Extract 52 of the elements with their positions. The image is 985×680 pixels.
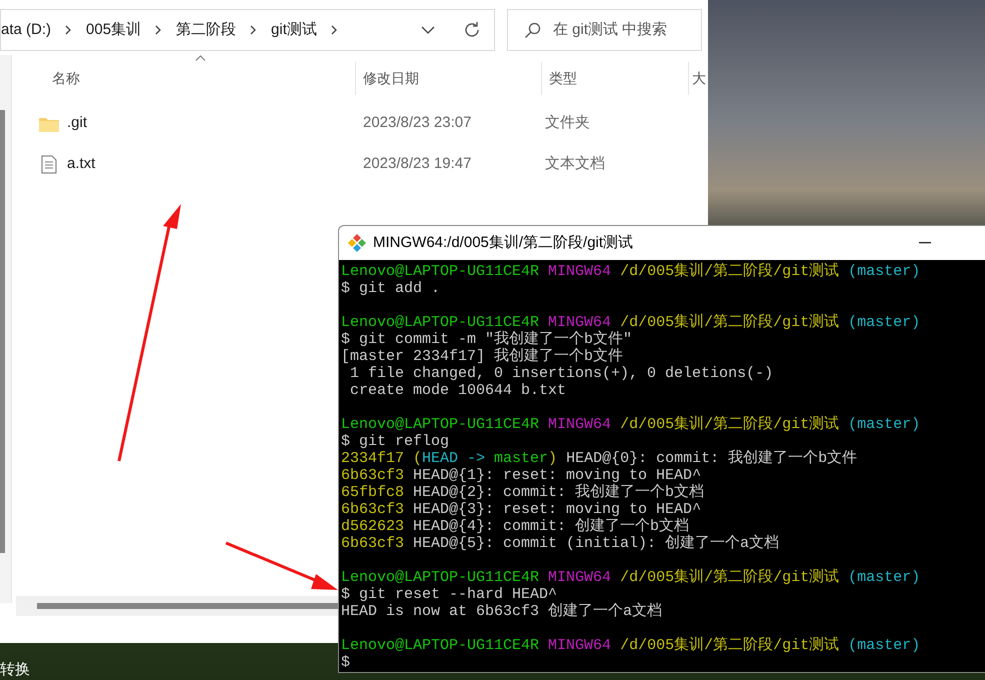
terminal-line: 6b63cf3 HEAD@{1}: reset: moving to HEAD^ — [341, 467, 702, 484]
breadcrumb-item[interactable]: 第二阶段 — [176, 18, 236, 42]
terminal-line: Lenovo@LAPTOP-UG11CE4R MINGW64 /d/005集训/第二阶段/git测试 (master) — [341, 637, 920, 654]
address-bar[interactable]: ata (D:) 005集训 第二阶段 git测试 — [0, 9, 495, 51]
terminal-line: 1 file changed, 0 insertions(+), 0 deletions(-) — [349, 365, 774, 382]
terminal-line: $ git reflog — [341, 433, 450, 450]
file-type: 文本文档 — [544, 154, 605, 174]
modified-date: 2023/8/23 19:47 — [362, 154, 472, 174]
chevron-right-icon — [155, 25, 162, 35]
breadcrumb-item[interactable]: git测试 — [271, 18, 317, 42]
document-icon — [41, 155, 57, 174]
terminal-line: [master 2334f17] 我创建了一个b文件 — [341, 348, 624, 365]
terminal-line: 2334f17 (HEAD -> master) HEAD@{0}: commit: 我创建了一个b文件 — [341, 450, 858, 467]
terminal-line: Lenovo@LAPTOP-UG11CE4R MINGW64 /d/005集训/第二阶段/git测试 (master) — [341, 569, 920, 586]
terminal-line: 6b63cf3 HEAD@{3}: reset: moving to HEAD^ — [341, 501, 702, 518]
search-icon — [524, 22, 541, 38]
breadcrumb-item[interactable]: 005集训 — [86, 18, 142, 42]
terminal-line: $ git reset --hard HEAD^ — [341, 586, 558, 603]
terminal-line: 6b63cf3 HEAD@{5}: commit (initial): 创建了一个a文档 — [341, 535, 780, 552]
breadcrumb-item[interactable]: ata (D:) — [1, 18, 52, 42]
terminal-line: Lenovo@LAPTOP-UG11CE4R MINGW64 /d/005集训/第二阶段/git测试 (master) — [341, 416, 920, 433]
column-header[interactable]: 修改日期 — [355, 62, 541, 95]
folder-icon — [39, 116, 59, 132]
sort-up-icon[interactable] — [195, 55, 206, 61]
window-title: MINGW64:/d/005集训/第二阶段/git测试 — [373, 232, 634, 253]
desktop-icon-label[interactable]: 转换 — [0, 660, 30, 680]
file-name[interactable]: .git — [67, 112, 88, 135]
refresh-icon[interactable] — [463, 21, 481, 39]
scrollbar-thumb[interactable] — [0, 110, 5, 553]
column-header[interactable]: 类型 — [541, 62, 688, 95]
chevron-right-icon — [250, 25, 258, 35]
file-name[interactable]: a.txt — [67, 153, 96, 176]
terminal-line: 65fbfc8 HEAD@{2}: commit: 我创建了一个b文档 — [341, 484, 704, 501]
chevron-down-icon[interactable] — [421, 26, 435, 34]
modified-date: 2023/8/23 23:07 — [362, 113, 472, 134]
chevron-right-icon — [330, 25, 338, 35]
terminal-line: $ — [341, 654, 350, 671]
chevron-right-icon — [65, 25, 72, 35]
search-field[interactable]: 在 git测试 中搜索 — [507, 9, 702, 51]
minimize-icon[interactable] — [919, 242, 931, 244]
terminal-line: HEAD is now at 6b63cf3 创建了一个a文档 — [341, 603, 662, 620]
terminal-line: Lenovo@LAPTOP-UG11CE4R MINGW64 /d/005集训/第二阶段/git测试 (master) — [341, 263, 920, 280]
terminal-line: Lenovo@LAPTOP-UG11CE4R MINGW64 /d/005集训/第二阶段/git测试 (master) — [341, 314, 920, 331]
terminal-line: create mode 100644 b.txt — [349, 382, 566, 399]
column-header[interactable]: 大 — [688, 62, 708, 95]
terminal-line: d562623 HEAD@{4}: commit: 创建了一个b文档 — [341, 518, 690, 535]
scrollbar-thumb[interactable] — [37, 603, 338, 609]
terminal-line: $ git add . — [341, 280, 440, 297]
diamond-logo-icon — [347, 233, 367, 253]
file-type: 文件夹 — [544, 113, 590, 134]
terminal-line: $ git commit -m "我创建了一个b文件" — [341, 331, 632, 348]
column-header[interactable]: 名称 — [12, 62, 355, 95]
